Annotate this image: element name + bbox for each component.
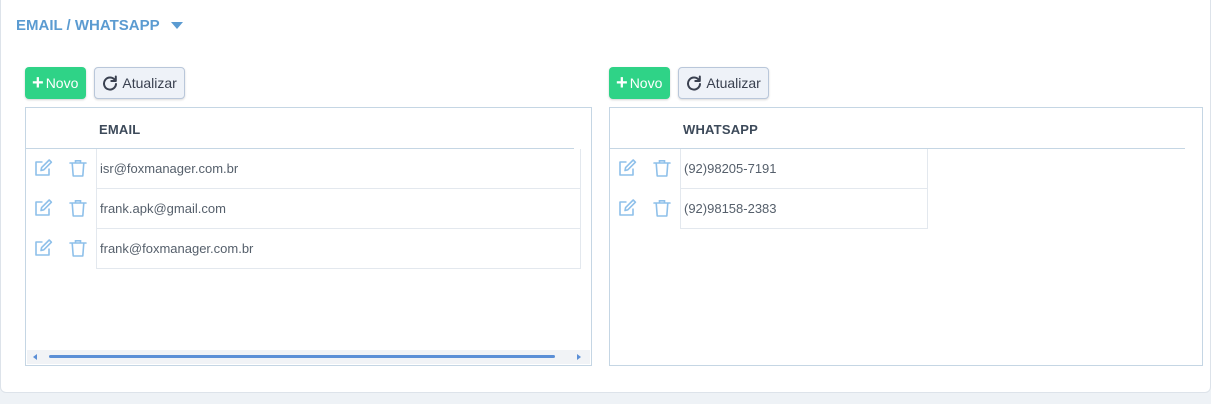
whatsapp-column-header[interactable]: WHATSAPP bbox=[683, 122, 758, 137]
email-cell[interactable]: frank@foxmanager.com.br bbox=[96, 229, 581, 269]
email-grid-header: EMAIL bbox=[26, 108, 574, 149]
whatsapp-grid: WHATSAPP (92)98205-7191 (92)98158-2383 bbox=[609, 107, 1203, 366]
scroll-right-icon[interactable] bbox=[577, 354, 581, 360]
edit-icon[interactable] bbox=[33, 238, 53, 263]
table-row: frank.apk@gmail.com bbox=[26, 189, 591, 229]
email-toolbar: + Novo Atualizar bbox=[25, 67, 185, 99]
section-toggle[interactable]: EMAIL / WHATSAPP bbox=[16, 17, 183, 34]
table-row: isr@foxmanager.com.br bbox=[26, 149, 591, 189]
edit-icon[interactable] bbox=[33, 198, 53, 223]
caret-down-icon bbox=[170, 22, 183, 29]
edit-icon[interactable] bbox=[617, 158, 637, 183]
whatsapp-toolbar: + Novo Atualizar bbox=[609, 67, 769, 99]
plus-icon: + bbox=[616, 72, 628, 94]
email-column-header[interactable]: EMAIL bbox=[99, 122, 140, 137]
trash-icon[interactable] bbox=[652, 158, 672, 183]
plus-icon: + bbox=[32, 72, 44, 94]
refresh-icon bbox=[103, 75, 118, 91]
edit-icon[interactable] bbox=[617, 198, 637, 223]
trash-icon[interactable] bbox=[68, 238, 88, 263]
email-cell[interactable]: frank.apk@gmail.com bbox=[96, 189, 581, 229]
table-row: (92)98205-7191 bbox=[610, 149, 1202, 189]
email-grid: EMAIL isr@foxmanager.com.br frank.apk@gm… bbox=[25, 107, 592, 366]
scroll-left-icon[interactable] bbox=[33, 354, 37, 360]
email-refresh-button[interactable]: Atualizar bbox=[94, 67, 185, 99]
whatsapp-grid-header: WHATSAPP bbox=[610, 108, 1185, 149]
email-whatsapp-card: EMAIL / WHATSAPP + Novo Atualizar EMAIL bbox=[0, 0, 1211, 393]
trash-icon[interactable] bbox=[68, 158, 88, 183]
email-new-button[interactable]: + Novo bbox=[25, 67, 87, 99]
section-title: EMAIL / WHATSAPP bbox=[16, 17, 160, 34]
whatsapp-new-button[interactable]: + Novo bbox=[609, 67, 671, 99]
refresh-icon bbox=[687, 75, 702, 91]
table-row: (92)98158-2383 bbox=[610, 189, 1202, 229]
email-cell[interactable]: isr@foxmanager.com.br bbox=[96, 149, 581, 189]
edit-icon[interactable] bbox=[33, 158, 53, 183]
whatsapp-cell[interactable]: (92)98205-7191 bbox=[680, 149, 928, 189]
horizontal-scrollbar[interactable] bbox=[27, 350, 590, 364]
scrollbar-thumb[interactable] bbox=[49, 355, 555, 358]
whatsapp-cell[interactable]: (92)98158-2383 bbox=[680, 189, 928, 229]
trash-icon[interactable] bbox=[68, 198, 88, 223]
table-row: frank@foxmanager.com.br bbox=[26, 229, 591, 269]
trash-icon[interactable] bbox=[652, 198, 672, 223]
whatsapp-refresh-button[interactable]: Atualizar bbox=[678, 67, 769, 99]
